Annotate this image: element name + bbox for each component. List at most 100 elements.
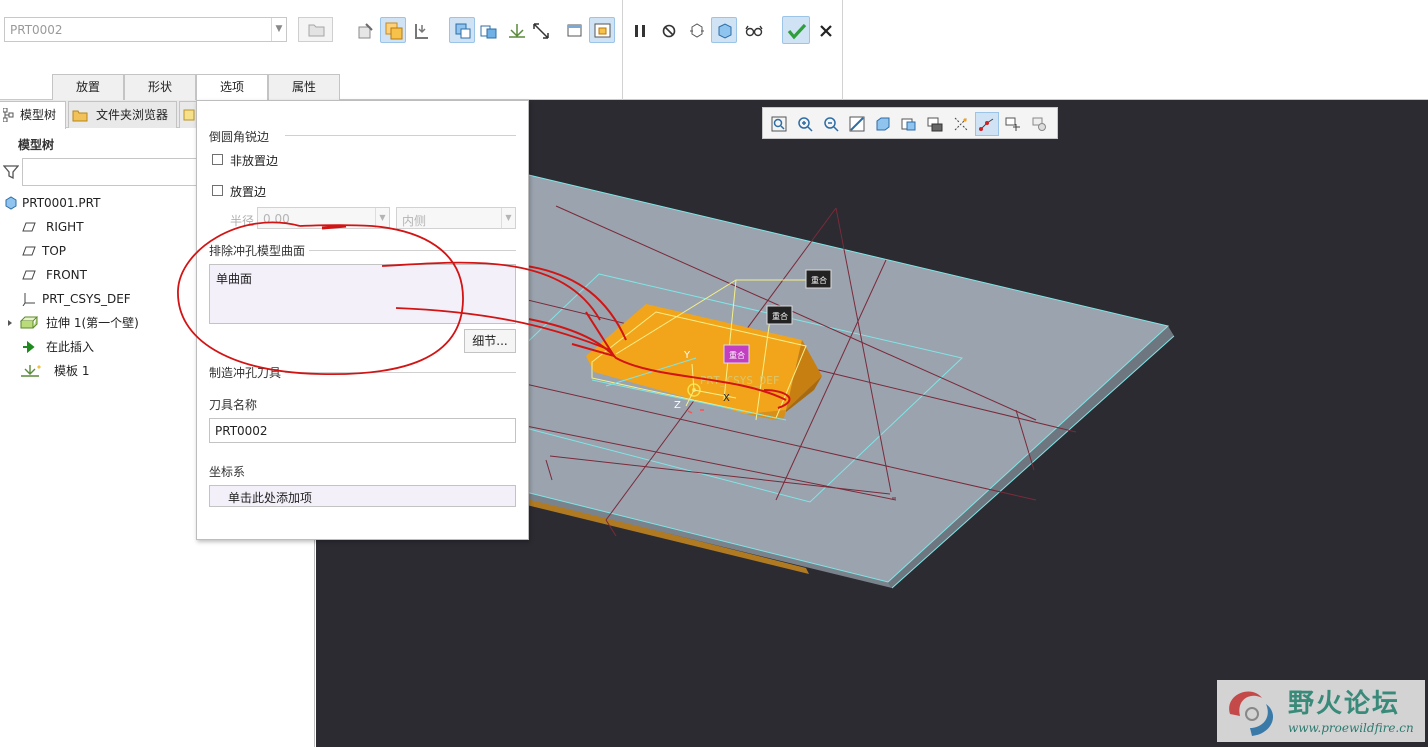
reference-model-button[interactable]	[352, 17, 378, 43]
constraint-tag[interactable]: 重合	[805, 269, 832, 289]
display-style-button[interactable]	[871, 112, 895, 136]
cancel-button[interactable]	[812, 17, 838, 43]
tab-properties[interactable]: 属性	[268, 74, 340, 100]
confirm-button[interactable]	[782, 16, 810, 44]
zoom-in-button[interactable]	[793, 112, 817, 136]
excluded-surface-item[interactable]: 单曲面	[216, 270, 252, 287]
punch-direction-icon	[415, 24, 428, 39]
details-button[interactable]: 细节...	[464, 329, 516, 353]
tree-item-csys[interactable]: PRT_CSYS_DEF	[0, 288, 200, 310]
svg-text:重合: 重合	[811, 275, 827, 285]
tab-shape[interactable]: 形状	[124, 74, 196, 100]
datum-display-icon	[954, 117, 968, 131]
model-name-combo[interactable]: PRT0002 ▼	[4, 17, 287, 42]
punch-tool-section-title: 制造冲孔刀具	[209, 366, 282, 380]
zoom-fit-icon	[771, 116, 787, 132]
tab-model-tree[interactable]: 模型树	[0, 101, 66, 129]
tree-item-extrude[interactable]: 拉伸 1(第一个壁)	[0, 312, 200, 334]
preview-window-button[interactable]	[561, 17, 587, 43]
spin-center-button[interactable]	[1001, 112, 1025, 136]
csys-label: 坐标系	[209, 465, 246, 479]
annotation-display-icon	[979, 118, 994, 131]
non-placement-edges-checkbox[interactable]	[212, 154, 223, 165]
attached-preview-button[interactable]	[683, 17, 709, 43]
tree-item-front[interactable]: FRONT	[0, 264, 200, 286]
subwindow-button[interactable]	[589, 17, 615, 43]
chevron-down-icon[interactable]: ▼	[271, 18, 286, 41]
folder-browser-icon	[72, 110, 88, 122]
saved-orientations-button[interactable]	[897, 112, 921, 136]
folder-open-icon	[308, 24, 325, 37]
datum-display-button[interactable]	[949, 112, 973, 136]
radius-input[interactable]: 0.00 ▼	[257, 207, 390, 229]
side-value: 内侧	[402, 214, 427, 228]
chevron-down-icon[interactable]: ▼	[501, 208, 515, 228]
forum-watermark: 野火论坛 www.proewildfire.cn	[1217, 680, 1425, 742]
tab-placement[interactable]: 放置	[52, 74, 124, 100]
radius-label: 半径	[230, 214, 255, 228]
geometry-preview-button[interactable]	[740, 17, 766, 43]
tab-options[interactable]: 选项	[196, 74, 268, 101]
tool-name-label: 刀具名称	[209, 398, 258, 412]
pause-button[interactable]	[626, 17, 652, 43]
filter-icon[interactable]	[3, 164, 19, 180]
axis-x-label: X	[723, 393, 730, 404]
tree-item-template[interactable]: 模板 1	[0, 360, 200, 382]
no-preview-icon	[662, 24, 676, 38]
form-type-icon	[455, 23, 471, 39]
camera-icon	[927, 117, 943, 132]
tree-item-top[interactable]: TOP	[0, 240, 200, 262]
refit-button[interactable]	[767, 112, 791, 136]
datum-plane-icon	[22, 222, 36, 232]
view-manager-button[interactable]	[923, 112, 947, 136]
saved-views-icon	[901, 118, 916, 131]
open-file-button[interactable]	[298, 17, 333, 42]
repaint-button[interactable]	[845, 112, 869, 136]
form-type-button[interactable]	[449, 17, 475, 43]
radius-value: 0.00	[263, 212, 290, 226]
template-button[interactable]	[503, 17, 529, 43]
zoom-out-button[interactable]	[819, 112, 843, 136]
tree-item-part[interactable]: PRT0001.PRT	[0, 192, 200, 214]
form-reference-button[interactable]	[475, 17, 501, 43]
close-icon	[820, 25, 832, 37]
part-icon	[5, 196, 17, 210]
no-preview-button[interactable]	[655, 17, 681, 43]
display-settings-button[interactable]	[1027, 112, 1051, 136]
csys-icon	[22, 293, 35, 306]
repaint-icon	[849, 116, 865, 132]
csys-collector[interactable]: 单击此处添加项	[209, 485, 516, 507]
svg-text:重合: 重合	[772, 311, 788, 321]
tree-item-right[interactable]: RIGHT	[0, 216, 200, 238]
spin-center-icon	[1005, 117, 1020, 131]
chevron-down-icon[interactable]: ▼	[375, 208, 389, 228]
preview-gear-icon	[690, 23, 704, 38]
excluded-surfaces-collector[interactable]: 单曲面	[209, 264, 516, 324]
forum-name: 野火论坛	[1288, 689, 1401, 719]
edit-reference-icon	[358, 23, 373, 39]
insert-here-arrow-icon	[23, 340, 35, 354]
flip-direction-button[interactable]	[527, 17, 553, 43]
placement-edges-checkbox[interactable]	[212, 185, 223, 196]
dashboard-ribbon: PRT0002 ▼ 放置 形状 选项 属性	[0, 0, 1428, 101]
model-name-value: PRT0002	[10, 23, 63, 37]
side-select[interactable]: 内侧 ▼	[396, 207, 516, 229]
expand-arrow-icon[interactable]	[6, 319, 14, 327]
placement-edges-label: 放置边	[230, 185, 267, 199]
checkmark-icon	[787, 23, 807, 40]
tree-item-insert-here[interactable]: 在此插入	[0, 336, 200, 358]
constraint-tag[interactable]: 重合	[766, 305, 793, 325]
tree-filter-input[interactable]	[22, 158, 202, 186]
annotation-display-button[interactable]	[975, 112, 999, 136]
tool-name-input[interactable]: PRT0002	[209, 418, 516, 443]
verify-preview-button[interactable]	[711, 17, 737, 43]
section-divider	[285, 372, 516, 373]
tab-folder-browser[interactable]: 文件夹浏览器	[68, 101, 177, 128]
options-panel: 倒圆角锐边 非放置边 放置边 半径 0.00 ▼ 内侧 ▼ 排除冲孔模型曲面 单…	[196, 100, 529, 540]
model-tree-title: 模型树	[18, 138, 55, 152]
copy-model-button[interactable]	[380, 17, 406, 43]
punch-side-button[interactable]	[408, 17, 434, 43]
constraint-tag[interactable]: 重合	[723, 344, 750, 364]
window-icon	[567, 24, 582, 37]
forum-logo-icon	[1229, 691, 1274, 736]
